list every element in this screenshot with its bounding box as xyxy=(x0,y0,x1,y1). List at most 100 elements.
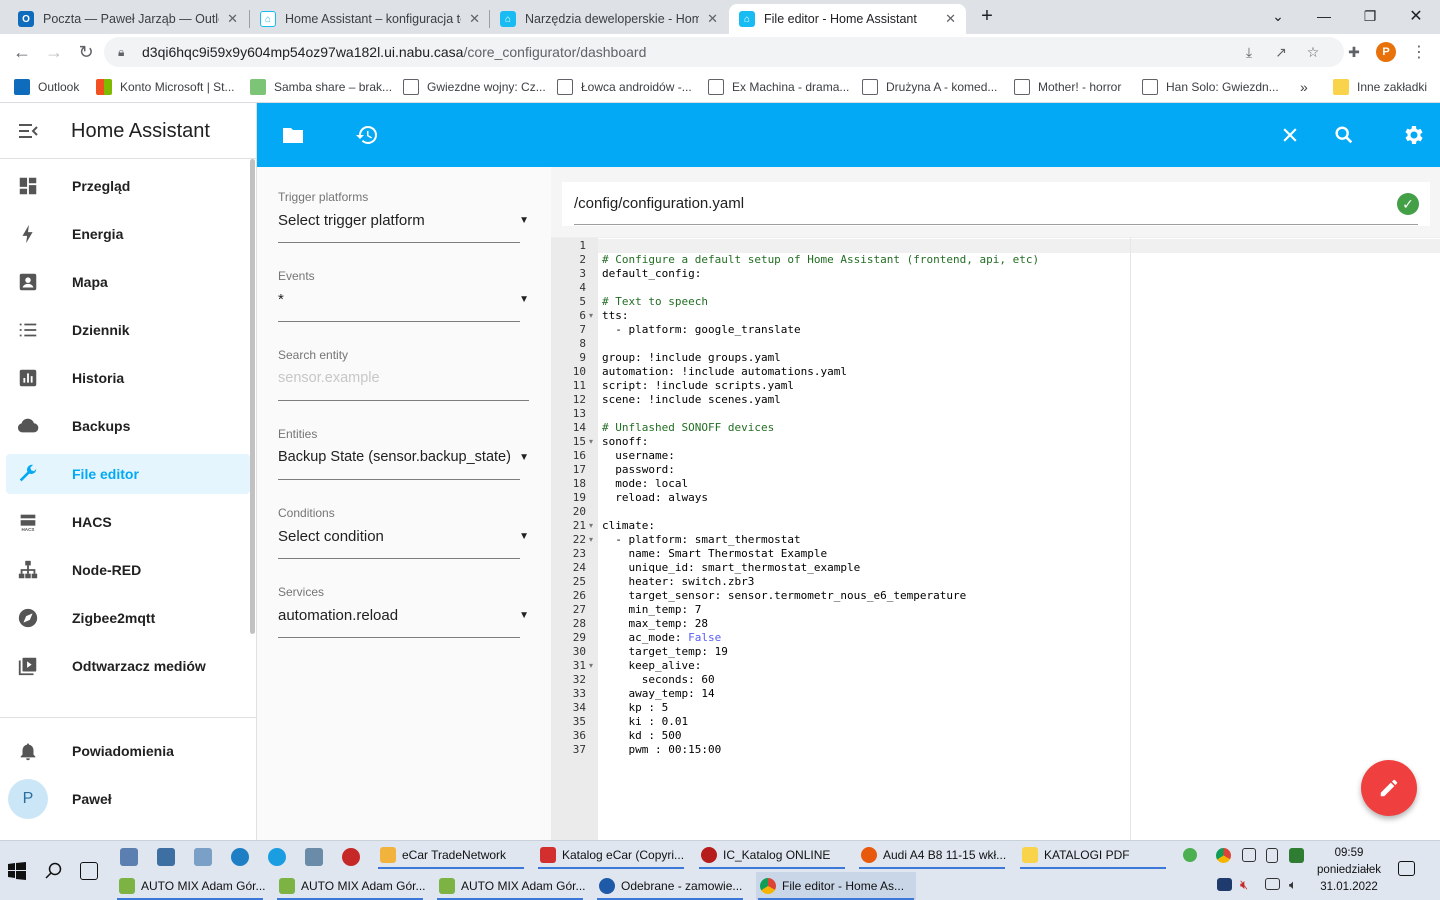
back-arrow-icon[interactable]: ← xyxy=(8,38,36,66)
browser-tab[interactable]: O Poczta — Paweł Jarząb — Outlook ✕ xyxy=(8,4,248,34)
tray-icon[interactable] xyxy=(1217,878,1232,891)
taskbar-app[interactable]: Audi A4 B8 11-15 wkł... xyxy=(857,841,1007,869)
more-vert-icon[interactable]: ⋮ xyxy=(1410,43,1428,61)
tray-icon[interactable] xyxy=(1266,848,1278,863)
field-label: Conditions xyxy=(278,506,335,520)
taskbar-app[interactable]: AUTO MIX Adam Gór... xyxy=(435,872,585,900)
search-icon[interactable] xyxy=(45,862,63,880)
sidebar-item-odtwarzacz-mediow[interactable]: Odtwarzacz mediów xyxy=(6,646,250,686)
taskbar-app[interactable]: AUTO MIX Adam Gór... xyxy=(115,872,265,900)
bookmark-outlook[interactable]: Outlook xyxy=(14,76,79,98)
app-icon[interactable] xyxy=(194,848,212,866)
sidebar-item-historia[interactable]: Historia xyxy=(6,358,250,398)
taskbar-app[interactable]: KATALOGI PDF xyxy=(1018,841,1168,869)
file-path-text[interactable]: /config/configuration.yaml xyxy=(574,195,744,212)
extensions-icon[interactable]: ✚ xyxy=(1345,43,1363,61)
browser-tab[interactable]: ⌂ Narzędzia deweloperskie - Home Assista… xyxy=(490,4,728,34)
profile-avatar[interactable]: P xyxy=(1376,42,1396,62)
entities-select[interactable]: Entities Backup State (sensor.backup_sta… xyxy=(278,427,529,480)
sidebar-item-notifications[interactable]: Powiadomienia xyxy=(6,731,250,771)
bookmark-item[interactable]: Ex Machina - drama... xyxy=(708,76,849,98)
sidebar-item-hacs[interactable]: HACS HACS xyxy=(6,502,250,542)
trigger-platform-select[interactable]: Trigger platforms Select trigger platfor… xyxy=(278,190,529,243)
taskbar-app[interactable]: IC_Katalog ONLINE xyxy=(697,841,847,869)
bookmark-item[interactable]: Konto Microsoft | St... xyxy=(96,76,235,98)
new-tab-button[interactable]: + xyxy=(968,0,1006,32)
sidebar-item-energia[interactable]: Energia xyxy=(6,214,250,254)
share-icon[interactable]: ↗ xyxy=(1272,43,1290,61)
edge-icon[interactable] xyxy=(268,848,286,866)
other-bookmarks[interactable]: Inne zakładki xyxy=(1333,76,1427,98)
taskbar-app[interactable]: Odebrane - zamowie... xyxy=(595,872,745,900)
fold-arrow-icon[interactable]: ▾ xyxy=(589,533,593,547)
sidebar-item-node-red[interactable]: Node-RED xyxy=(6,550,250,590)
tray-icon[interactable] xyxy=(1183,848,1197,862)
sidebar-item-mapa[interactable]: Mapa xyxy=(6,262,250,302)
app-icon[interactable] xyxy=(342,848,360,866)
bookmark-item[interactable]: Samba share – brak... xyxy=(250,76,392,98)
sidebar-item-user[interactable]: P Paweł xyxy=(6,779,250,819)
sidebar-scrollbar[interactable] xyxy=(250,159,255,634)
sidebar-item-zigbee2mqtt[interactable]: Zigbee2mqtt xyxy=(6,598,250,638)
close-icon[interactable] xyxy=(1278,123,1302,147)
close-icon[interactable]: ✕ xyxy=(227,11,238,27)
bookmark-item[interactable]: Łowca androidów -... xyxy=(557,76,692,98)
taskbar-app[interactable]: AUTO MIX Adam Gór... xyxy=(275,872,425,900)
minimize-icon[interactable]: — xyxy=(1301,0,1347,32)
fold-arrow-icon[interactable]: ▾ xyxy=(589,435,593,449)
close-icon[interactable]: ✕ xyxy=(707,11,718,27)
windows-start-icon[interactable] xyxy=(8,862,26,880)
taskbar-app-active[interactable]: File editor - Home As... xyxy=(756,872,916,900)
bookmark-item[interactable]: Mother! - horror xyxy=(1014,76,1121,98)
events-select[interactable]: Events * ▼ xyxy=(278,269,529,322)
sidebar-item-backups[interactable]: Backups xyxy=(6,406,250,446)
app-icon[interactable] xyxy=(120,848,138,866)
bookmark-item[interactable]: Gwiezdne wojny: Cz... xyxy=(403,76,546,98)
conditions-select[interactable]: Conditions Select condition ▼ xyxy=(278,506,529,559)
folder-icon[interactable] xyxy=(281,123,305,147)
shield-icon[interactable] xyxy=(1289,848,1304,863)
search-entity-input[interactable]: Search entity sensor.example xyxy=(278,348,529,401)
sidebar-item-dziennik[interactable]: Dziennik xyxy=(6,310,250,350)
address-bar[interactable]: 🔒︎ d3qi6hqc9i59x9y604mp54oz97wa182l.ui.n… xyxy=(104,37,1344,67)
chrome-tray-icon[interactable] xyxy=(1216,848,1231,863)
reload-icon[interactable]: ↻ xyxy=(72,38,100,66)
window-close-icon[interactable]: ✕ xyxy=(1393,0,1439,32)
taskbar-app[interactable]: eCar TradeNetwork xyxy=(376,841,526,869)
volume-muted-icon[interactable]: 🔇︎ xyxy=(1240,877,1256,892)
menu-open-icon[interactable] xyxy=(16,119,40,143)
search-icon[interactable] xyxy=(1332,123,1356,147)
close-icon[interactable]: ✕ xyxy=(945,11,956,27)
taskbar-app[interactable]: Katalog eCar (Copyri... xyxy=(536,841,686,869)
sidebar-item-file-editor[interactable]: File editor xyxy=(6,454,250,494)
speaker-icon[interactable]: 🔈︎ xyxy=(1289,877,1305,892)
bookmark-item[interactable]: Han Solo: Gwiezdn... xyxy=(1142,76,1279,98)
fold-arrow-icon[interactable]: ▾ xyxy=(589,659,593,673)
star-icon[interactable]: ☆ xyxy=(1304,43,1322,61)
calculator-icon[interactable] xyxy=(305,848,323,866)
notification-center-icon[interactable] xyxy=(1398,861,1415,876)
bookmarks-more-button[interactable]: » xyxy=(1300,76,1308,98)
code-editor[interactable]: 1 2 # Configure a default setup of Home As… xyxy=(551,237,1440,841)
browser-tab-active[interactable]: ⌂ File editor - Home Assistant ✕ xyxy=(729,4,966,34)
tab-search-icon[interactable]: ⌄ xyxy=(1255,0,1301,32)
ie-icon[interactable] xyxy=(231,848,249,866)
fold-arrow-icon[interactable]: ▾ xyxy=(589,519,593,533)
restore-icon[interactable]: ❐ xyxy=(1347,0,1393,32)
tray-icon[interactable] xyxy=(1242,848,1256,862)
app-icon[interactable] xyxy=(157,848,175,866)
services-select[interactable]: Services automation.reload ▼ xyxy=(278,585,529,638)
sidebar-item-przeglad[interactable]: Przegląd xyxy=(6,166,250,206)
history-icon[interactable] xyxy=(355,123,379,147)
fold-arrow-icon[interactable]: ▾ xyxy=(589,309,593,323)
close-icon[interactable]: ✕ xyxy=(469,11,480,27)
network-icon[interactable] xyxy=(1265,878,1280,890)
gear-icon[interactable] xyxy=(1401,123,1425,147)
browser-tab[interactable]: ⌂ Home Assistant – konfiguracja termosta… xyxy=(250,4,490,34)
system-clock[interactable]: 09:59 poniedziałek 31.01.2022 xyxy=(1310,845,1388,896)
edit-fab-button[interactable] xyxy=(1361,760,1417,816)
task-view-icon[interactable] xyxy=(80,862,98,880)
bookmark-item[interactable]: Drużyna A - komed... xyxy=(862,76,997,98)
forward-arrow-icon[interactable]: → xyxy=(40,38,68,66)
install-icon[interactable]: ⤓ xyxy=(1240,43,1258,61)
